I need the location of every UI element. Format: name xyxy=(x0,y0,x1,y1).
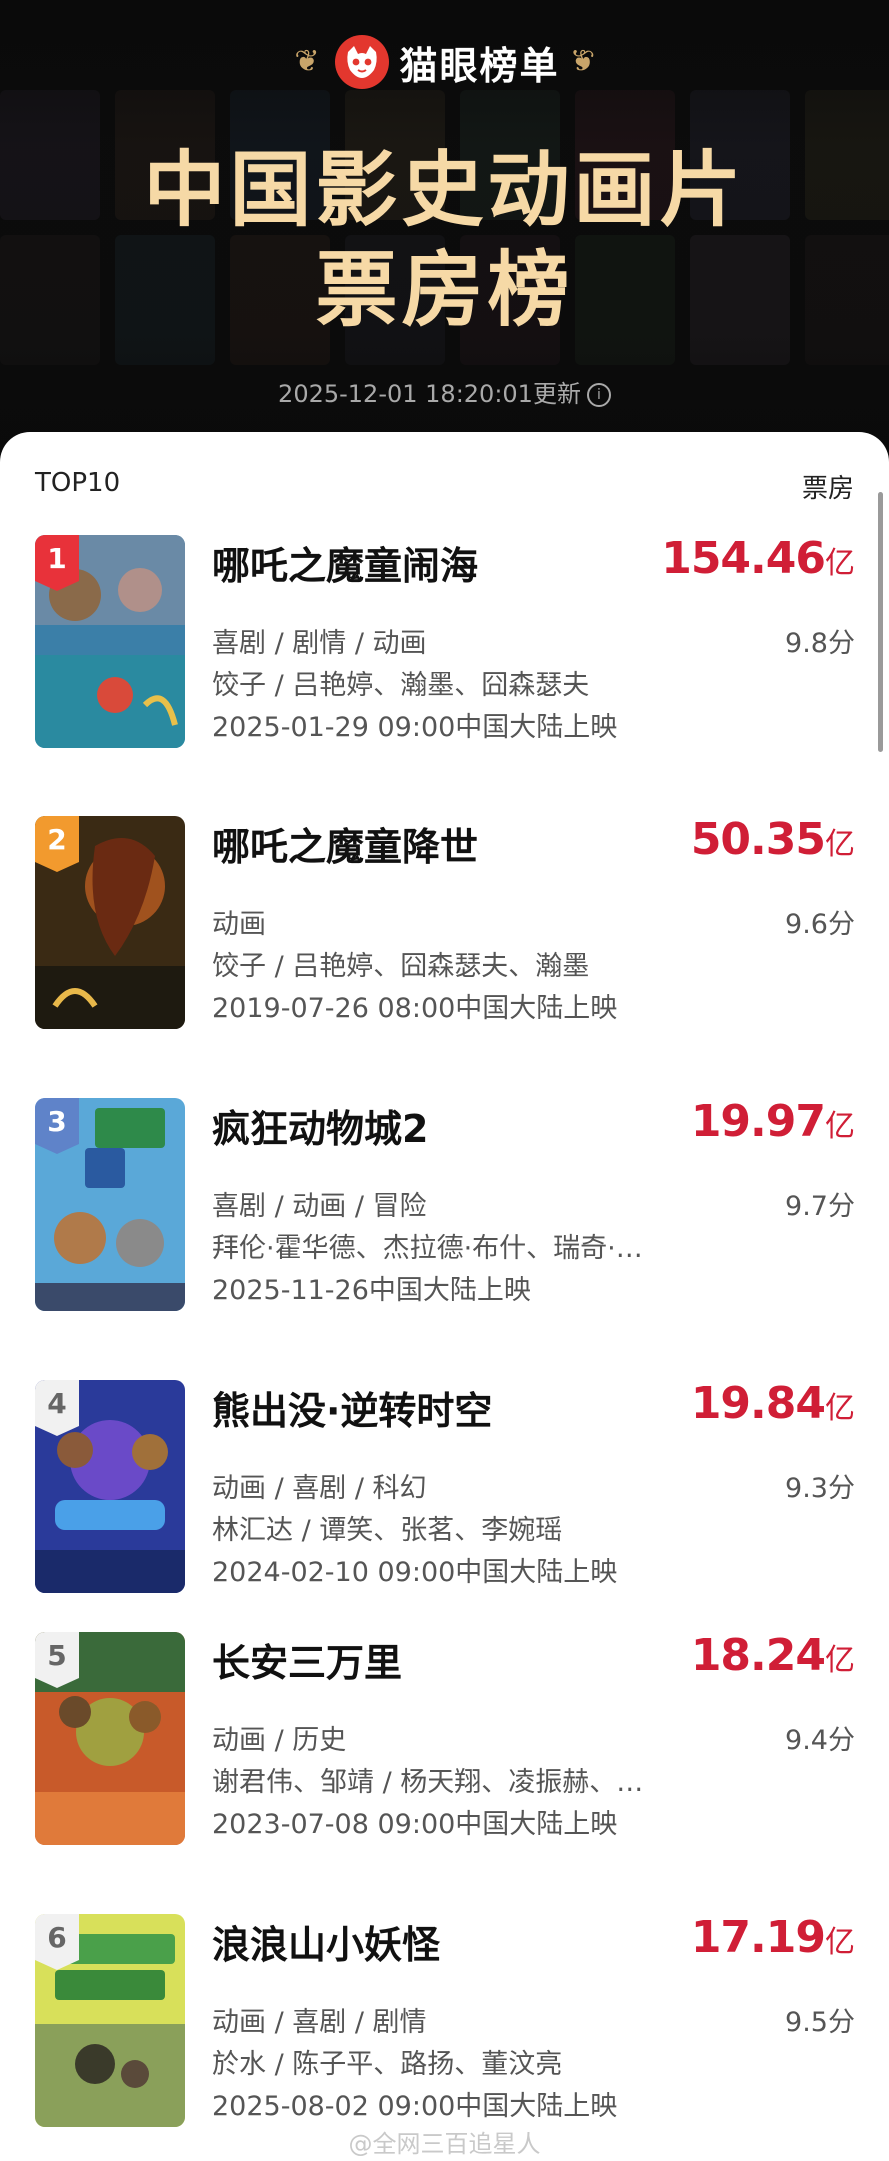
list-header-top10: TOP10 xyxy=(35,468,121,498)
box-office: 50.35亿 xyxy=(691,814,855,865)
rank-badge: 4 xyxy=(35,1380,79,1436)
box-office-unit: 亿 xyxy=(825,1109,855,1144)
rank-badge: 3 xyxy=(35,1098,79,1154)
scrollbar[interactable] xyxy=(878,492,883,752)
laurel-left-icon: ❦ xyxy=(294,44,320,79)
info-icon[interactable]: i xyxy=(586,383,611,407)
movie-genres: 动画 / 喜剧 / 科幻 xyxy=(212,1473,427,1504)
box-office-unit: 亿 xyxy=(825,827,855,862)
movie-title[interactable]: 熊出没·逆转时空 xyxy=(212,1380,492,1435)
movie-poster[interactable]: 4 xyxy=(35,1380,185,1593)
box-office-unit: 亿 xyxy=(825,1391,855,1426)
brand-name: 猫眼榜单 xyxy=(399,43,560,88)
box-office-value: 19.97 xyxy=(690,1096,826,1147)
laurel-right-icon: ❦ xyxy=(569,44,595,79)
rank-badge: 6 xyxy=(35,1914,79,1970)
box-office: 154.46亿 xyxy=(661,533,855,584)
movie-cast: 谢君伟、邹靖 / 杨天翔、凌振赫、… xyxy=(212,1767,644,1798)
brand-header: ❦ 猫眼榜单 ❦ xyxy=(0,32,889,92)
list-item[interactable]: 2 哪吒之魔童降世 50.35亿 动画 9.6分 饺子 / 吕艳婷、囧森瑟夫、瀚… xyxy=(35,814,855,1031)
movie-genres: 喜剧 / 动画 / 冒险 xyxy=(212,1191,427,1222)
update-time-text: 2025-12-01 18:20:01更新 xyxy=(278,380,581,408)
list-header-box-office: 票房 xyxy=(801,474,854,504)
movie-score: 9.5分 xyxy=(785,2007,855,2038)
movie-title[interactable]: 浪浪山小妖怪 xyxy=(212,1914,440,1969)
movie-genres: 动画 / 喜剧 / 剧情 xyxy=(212,2007,427,2038)
movie-title[interactable]: 疯狂动物城2 xyxy=(212,1098,428,1153)
movie-genres: 动画 xyxy=(212,909,266,940)
list-item[interactable]: 4 熊出没·逆转时空 19.84亿 动画 / 喜剧 / 科幻 9.3分 林汇达 … xyxy=(35,1378,855,1595)
movie-release: 2023-07-08 09:00中国大陆上映 xyxy=(212,1809,618,1840)
box-office-value: 17.19 xyxy=(690,1912,826,1963)
list-item[interactable]: 6 浪浪山小妖怪 17.19亿 动画 / 喜剧 / 剧情 9.5分 於水 / 陈… xyxy=(35,1912,855,2129)
movie-score: 9.6分 xyxy=(785,909,855,940)
movie-release: 2025-08-02 09:00中国大陆上映 xyxy=(212,2091,618,2122)
rank-badge: 5 xyxy=(35,1632,79,1688)
rank-badge: 2 xyxy=(35,816,79,872)
box-office-value: 50.35 xyxy=(690,814,826,865)
box-office-unit: 亿 xyxy=(825,1643,855,1678)
movie-poster[interactable]: 1 xyxy=(35,535,185,748)
movie-cast: 於水 / 陈子平、路扬、董汶亮 xyxy=(212,2049,563,2080)
box-office: 19.84亿 xyxy=(691,1378,855,1429)
movie-release: 2025-11-26中国大陆上映 xyxy=(212,1275,531,1306)
page-title-line1: 中国影史动画片 xyxy=(143,143,746,238)
rank-badge: 1 xyxy=(35,535,79,591)
box-office-value: 19.84 xyxy=(690,1378,826,1429)
box-office-unit: 亿 xyxy=(825,546,855,581)
movie-genres: 动画 / 历史 xyxy=(212,1725,347,1756)
movie-score: 9.4分 xyxy=(785,1725,855,1756)
watermark: @全网三百追星人 xyxy=(348,2130,541,2158)
movie-cast: 拜伦·霍华德、杰拉德·布什、瑞奇·… xyxy=(212,1233,643,1264)
movie-title[interactable]: 长安三万里 xyxy=(212,1632,402,1687)
movie-release: 2025-01-29 09:00中国大陆上映 xyxy=(212,712,618,743)
hero-banner: ❦ 猫眼榜单 ❦ 中国影史动画片 票房榜 2025-12-01 18:20:01… xyxy=(0,0,889,480)
box-office-unit: 亿 xyxy=(825,1925,855,1960)
movie-score: 9.7分 xyxy=(785,1191,855,1222)
cat-logo-icon xyxy=(335,35,390,89)
movie-cast: 饺子 / 吕艳婷、瀚墨、囧森瑟夫 xyxy=(212,670,590,701)
box-office-value: 18.24 xyxy=(690,1630,826,1681)
movie-poster[interactable]: 2 xyxy=(35,816,185,1029)
box-office: 17.19亿 xyxy=(691,1912,855,1963)
box-office: 19.97亿 xyxy=(691,1096,855,1147)
movie-release: 2019-07-26 08:00中国大陆上映 xyxy=(212,993,618,1024)
box-office: 18.24亿 xyxy=(691,1630,855,1681)
movie-release: 2024-02-10 09:00中国大陆上映 xyxy=(212,1557,618,1588)
movie-poster[interactable]: 6 xyxy=(35,1914,185,2127)
list-item[interactable]: 1 哪吒之魔童闹海 154.46亿 喜剧 / 剧情 / 动画 9.8分 饺子 /… xyxy=(35,533,855,750)
box-office-value: 154.46 xyxy=(661,533,826,584)
movie-title[interactable]: 哪吒之魔童降世 xyxy=(212,816,478,871)
movie-poster[interactable]: 5 xyxy=(35,1632,185,1845)
movie-title[interactable]: 哪吒之魔童闹海 xyxy=(212,535,478,590)
movie-genres: 喜剧 / 剧情 / 动画 xyxy=(212,628,427,659)
list-item[interactable]: 3 疯狂动物城2 19.97亿 喜剧 / 动画 / 冒险 9.7分 拜伦·霍华德… xyxy=(35,1096,855,1313)
update-time: 2025-12-01 18:20:01更新 i xyxy=(0,374,889,409)
list-item[interactable]: 5 长安三万里 18.24亿 动画 / 历史 9.4分 谢君伟、邹靖 / 杨天翔… xyxy=(35,1630,855,1847)
list-header: TOP10 票房 xyxy=(35,468,854,508)
page-title-line2: 票房榜 xyxy=(315,243,574,338)
movie-poster[interactable]: 3 xyxy=(35,1098,185,1311)
movie-score: 9.3分 xyxy=(785,1473,855,1504)
ranking-card: TOP10 票房 1 哪吒之魔童闹海 154.46亿 喜剧 / 剧情 / 动画 … xyxy=(0,432,889,2161)
movie-cast: 饺子 / 吕艳婷、囧森瑟夫、瀚墨 xyxy=(212,951,590,982)
movie-score: 9.8分 xyxy=(785,628,855,659)
movie-cast: 林汇达 / 谭笑、张茗、李婉瑶 xyxy=(212,1515,563,1546)
